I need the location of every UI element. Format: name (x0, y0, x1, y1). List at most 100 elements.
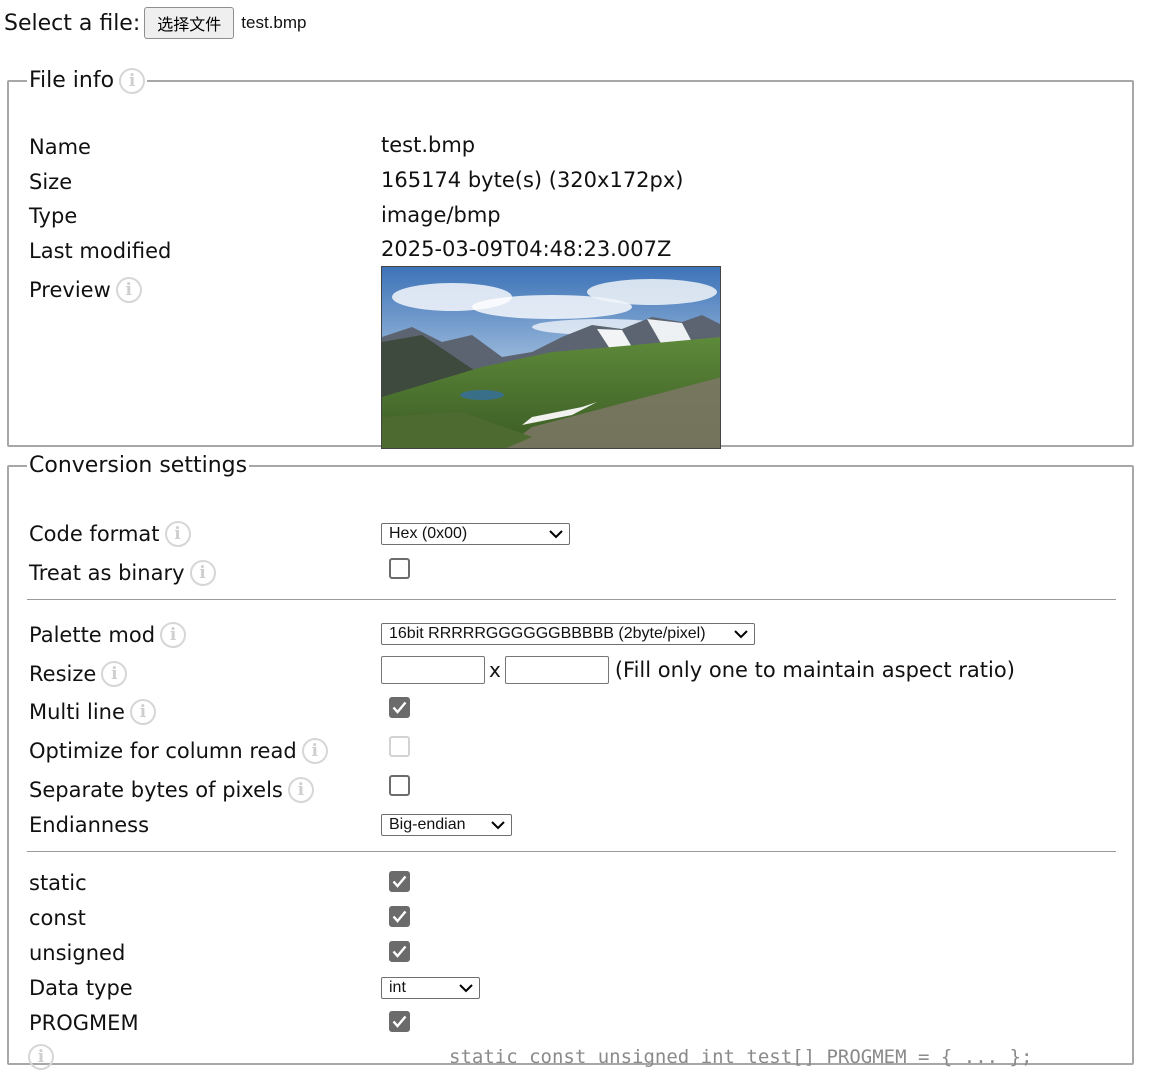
code-format-cell: Hex (0x00) (381, 517, 570, 551)
multiline-checkbox[interactable] (389, 696, 410, 718)
type-label: Type (29, 199, 77, 233)
info-icon[interactable]: i (164, 521, 191, 547)
resize-hint: (Fill only one to maintain aspect ratio) (614, 658, 1015, 682)
code-preview-info: i (23, 1040, 54, 1074)
endianness-cell: Big-endian (381, 808, 512, 842)
treat-binary-label: Treat as binary i (29, 556, 216, 590)
resize-label: Resize i (29, 657, 128, 691)
optimize-label-text: Optimize for column read (29, 739, 297, 763)
datatype-cell: int (381, 971, 480, 1005)
endianness-select[interactable]: Big-endian (381, 814, 512, 836)
check-icon (392, 701, 407, 714)
const-label-text: const (29, 906, 86, 930)
code-format-label: Code format i (29, 517, 191, 551)
conversion-settings-legend: Conversion settings (27, 453, 249, 479)
progmem-cell (389, 1004, 410, 1038)
selected-file-name: test.bmp (241, 13, 307, 32)
palette-select[interactable]: 16bit RRRRRGGGGGGBBBBB (2byte/pixel) (381, 623, 755, 645)
section-divider (27, 599, 1116, 600)
treat-binary-cell (389, 551, 410, 585)
mountain-landscape-image (382, 267, 720, 448)
file-info-section: File info i Name test.bmp Size 165174 by… (7, 68, 1134, 449)
file-picker-label: Select a file: (4, 10, 141, 36)
info-icon[interactable]: i (160, 622, 187, 648)
separate-label-text: Separate bytes of pixels (29, 778, 283, 802)
code-format-label-text: Code format (29, 522, 160, 546)
datatype-selected: int (389, 979, 406, 996)
info-icon[interactable]: i (119, 68, 146, 94)
info-icon[interactable]: i (101, 661, 128, 687)
file-info-legend: File info i (27, 68, 147, 94)
choose-file-button[interactable]: 选择文件 (144, 7, 235, 39)
const-cell (389, 899, 410, 933)
palette-selected: 16bit RRRRRGGGGGGBBBBB (2byte/pixel) (389, 625, 706, 642)
name-label-text: Name (29, 135, 91, 159)
section-divider (27, 851, 1116, 852)
static-checkbox[interactable] (389, 870, 410, 892)
separate-cell (389, 768, 410, 802)
conversion-settings-section: Conversion settings Code format i Hex (0… (7, 453, 1134, 1070)
unsigned-label-text: unsigned (29, 941, 126, 965)
endianness-label: Endianness (29, 808, 149, 842)
preview-image (381, 266, 721, 449)
static-label-text: static (29, 871, 87, 895)
modified-value: 2025-03-09T04:48:23.007Z (381, 237, 672, 261)
optimize-cell (389, 729, 410, 763)
resize-x-separator: x (489, 658, 501, 682)
palette-label-text: Palette mod (29, 623, 156, 647)
check-icon (392, 910, 407, 923)
datatype-label-text: Data type (29, 976, 133, 1000)
chevron-down-icon (734, 629, 748, 638)
info-icon[interactable]: i (189, 560, 216, 586)
unsigned-cell (389, 934, 410, 968)
size-label: Size (29, 165, 72, 199)
unsigned-checkbox[interactable] (389, 940, 410, 962)
endianness-selected: Big-endian (389, 816, 466, 833)
modified-label-text: Last modified (29, 239, 172, 263)
unsigned-label: unsigned (29, 936, 125, 970)
info-icon[interactable]: i (287, 777, 314, 803)
info-icon[interactable]: i (129, 699, 156, 725)
info-icon[interactable]: i (301, 738, 328, 764)
datatype-select[interactable]: int (381, 977, 480, 999)
separate-bytes-checkbox[interactable] (389, 774, 410, 796)
const-checkbox[interactable] (389, 905, 410, 927)
code-preview: static const unsigned int test[] PROGMEM… (449, 1046, 1033, 1068)
const-label: const (29, 901, 86, 935)
name-value: test.bmp (381, 133, 476, 157)
optimize-checkbox[interactable] (389, 735, 410, 757)
file-picker: Select a file: 选择文件 test.bmp (4, 6, 306, 40)
progmem-checkbox[interactable] (389, 1010, 410, 1032)
size-label-text: Size (29, 170, 73, 194)
type-label-text: Type (29, 204, 78, 228)
file-info-title: File info (29, 68, 115, 93)
modified-label: Last modified (29, 234, 171, 268)
resize-height-input[interactable] (504, 656, 609, 684)
code-format-selected: Hex (0x00) (389, 525, 468, 542)
check-icon (392, 1015, 407, 1028)
optimize-label: Optimize for column read i (29, 734, 328, 768)
palette-label: Palette mod i (29, 618, 187, 652)
progmem-label: PROGMEM (29, 1006, 139, 1040)
treat-binary-checkbox[interactable] (389, 557, 410, 579)
multiline-label-text: Multi line (29, 700, 125, 724)
separate-label: Separate bytes of pixels i (29, 773, 314, 807)
preview-label-text: Preview (29, 278, 111, 302)
chevron-down-icon (491, 820, 505, 829)
name-label: Name (29, 130, 91, 164)
info-icon[interactable]: i (28, 1044, 54, 1070)
code-format-select[interactable]: Hex (0x00) (381, 523, 570, 545)
palette-cell: 16bit RRRRRGGGGGGBBBBB (2byte/pixel) (381, 617, 755, 651)
chevron-down-icon (459, 983, 473, 992)
multiline-label: Multi line i (29, 695, 156, 729)
resize-width-input[interactable] (381, 656, 485, 684)
type-value: image/bmp (381, 203, 501, 227)
info-icon[interactable]: i (115, 277, 142, 303)
conversion-settings-title: Conversion settings (29, 453, 248, 478)
resize-label-text: Resize (29, 662, 97, 686)
static-label: static (29, 866, 87, 900)
check-icon (392, 875, 407, 888)
static-cell (389, 864, 410, 898)
multiline-cell (389, 690, 410, 724)
chevron-down-icon (549, 529, 563, 538)
